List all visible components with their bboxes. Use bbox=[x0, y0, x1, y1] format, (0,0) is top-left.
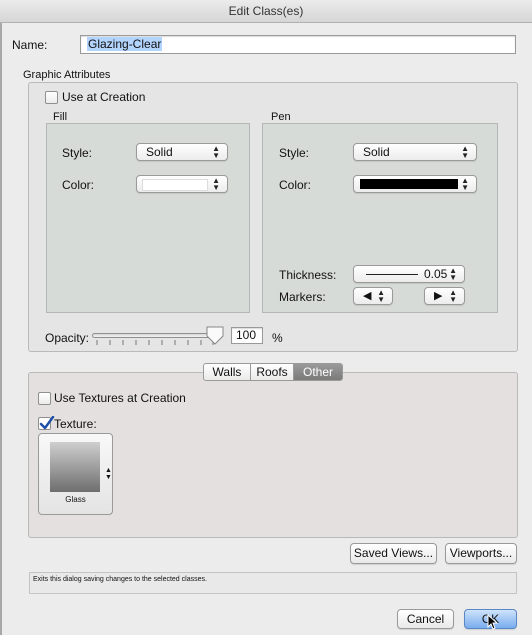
use-textures-label: Use Textures at Creation bbox=[54, 391, 186, 405]
opacity-label: Opacity: bbox=[45, 331, 90, 345]
viewports-button[interactable]: Viewports... bbox=[445, 543, 517, 564]
fill-style-value: Solid bbox=[146, 145, 173, 159]
checkmark-icon bbox=[39, 416, 55, 430]
fill-color-label: Color: bbox=[62, 178, 95, 192]
texture-picker[interactable]: ▲ ▼ Glass bbox=[38, 433, 113, 515]
texture-preview bbox=[50, 442, 100, 492]
tab-bar: Walls Roofs Other bbox=[203, 363, 343, 381]
use-textures-checkbox[interactable] bbox=[38, 392, 51, 405]
fill-style-popup[interactable]: Solid ▲ ▼ bbox=[136, 143, 228, 161]
name-value: Glazing-Clear bbox=[87, 37, 163, 51]
updown-arrows-icon: ▲ ▼ bbox=[212, 176, 220, 192]
fill-style-label: Style: bbox=[62, 146, 93, 160]
mouse-pointer-icon bbox=[487, 614, 499, 630]
opacity-value: 100 bbox=[236, 328, 257, 342]
use-at-creation-checkbox[interactable] bbox=[45, 91, 58, 104]
tab-roofs[interactable]: Roofs bbox=[251, 364, 294, 380]
graphic-attributes-title: Graphic Attributes bbox=[23, 69, 111, 81]
pen-style-label: Style: bbox=[279, 146, 310, 160]
updown-arrows-icon: ▲ ▼ bbox=[377, 288, 385, 304]
use-at-creation-label: Use at Creation bbox=[62, 90, 146, 104]
cancel-button[interactable]: Cancel bbox=[397, 609, 454, 629]
thickness-label: Thickness: bbox=[279, 268, 337, 282]
saved-views-button[interactable]: Saved Views... bbox=[350, 543, 437, 564]
pen-style-value: Solid bbox=[363, 145, 390, 159]
pen-color-label: Color: bbox=[279, 178, 312, 192]
markers-label: Markers: bbox=[279, 290, 326, 304]
pen-style-popup[interactable]: Solid ▲ ▼ bbox=[353, 143, 477, 161]
pen-title: Pen bbox=[271, 111, 291, 123]
opacity-slider-ticks bbox=[96, 340, 214, 345]
help-text: Exits this dialog saving changes to the … bbox=[33, 576, 207, 583]
thickness-popup[interactable]: 0.05 ▲ ▼ bbox=[353, 265, 465, 283]
pen-color-swatch bbox=[360, 179, 458, 189]
opacity-unit: % bbox=[272, 331, 283, 345]
texture-checkbox[interactable] bbox=[38, 416, 55, 430]
updown-arrows-icon: ▲ ▼ bbox=[449, 288, 457, 304]
pen-color-popup[interactable]: ▲ ▼ bbox=[353, 175, 477, 193]
start-marker-popup[interactable]: ◀ ▲ ▼ bbox=[353, 287, 393, 305]
texture-name: Glass bbox=[65, 495, 86, 504]
help-text-box: Exits this dialog saving changes to the … bbox=[29, 572, 517, 594]
triangle-left-icon: ◀ bbox=[363, 290, 372, 302]
updown-arrows-icon: ▲ ▼ bbox=[461, 144, 469, 160]
name-label: Name: bbox=[12, 38, 48, 52]
window-titlebar: Edit Class(es) bbox=[0, 0, 532, 23]
line-weight-icon bbox=[366, 274, 418, 275]
fill-color-swatch bbox=[142, 179, 208, 191]
end-marker-popup[interactable]: ▶ ▲ ▼ bbox=[424, 287, 465, 305]
tab-other[interactable]: Other bbox=[294, 364, 342, 380]
window-left-edge bbox=[0, 23, 2, 635]
window-title: Edit Class(es) bbox=[228, 4, 304, 18]
fill-color-popup[interactable]: ▲ ▼ bbox=[136, 175, 228, 193]
updown-arrows-icon: ▲ ▼ bbox=[461, 176, 469, 192]
texture-label: Texture: bbox=[54, 417, 97, 431]
fill-title: Fill bbox=[53, 111, 68, 123]
opacity-slider-thumb[interactable] bbox=[206, 326, 224, 345]
name-field[interactable]: Glazing-Clear bbox=[80, 35, 516, 54]
updown-arrows-icon: ▲ ▼ bbox=[105, 467, 112, 481]
updown-arrows-icon: ▲ ▼ bbox=[212, 144, 220, 160]
opacity-slider-track[interactable] bbox=[92, 333, 222, 338]
tab-walls[interactable]: Walls bbox=[204, 364, 251, 380]
opacity-field[interactable]: 100 bbox=[231, 327, 263, 344]
triangle-right-icon: ▶ bbox=[434, 290, 443, 302]
thickness-value: 0.05 bbox=[424, 267, 448, 281]
updown-arrows-icon: ▲ ▼ bbox=[449, 266, 457, 282]
